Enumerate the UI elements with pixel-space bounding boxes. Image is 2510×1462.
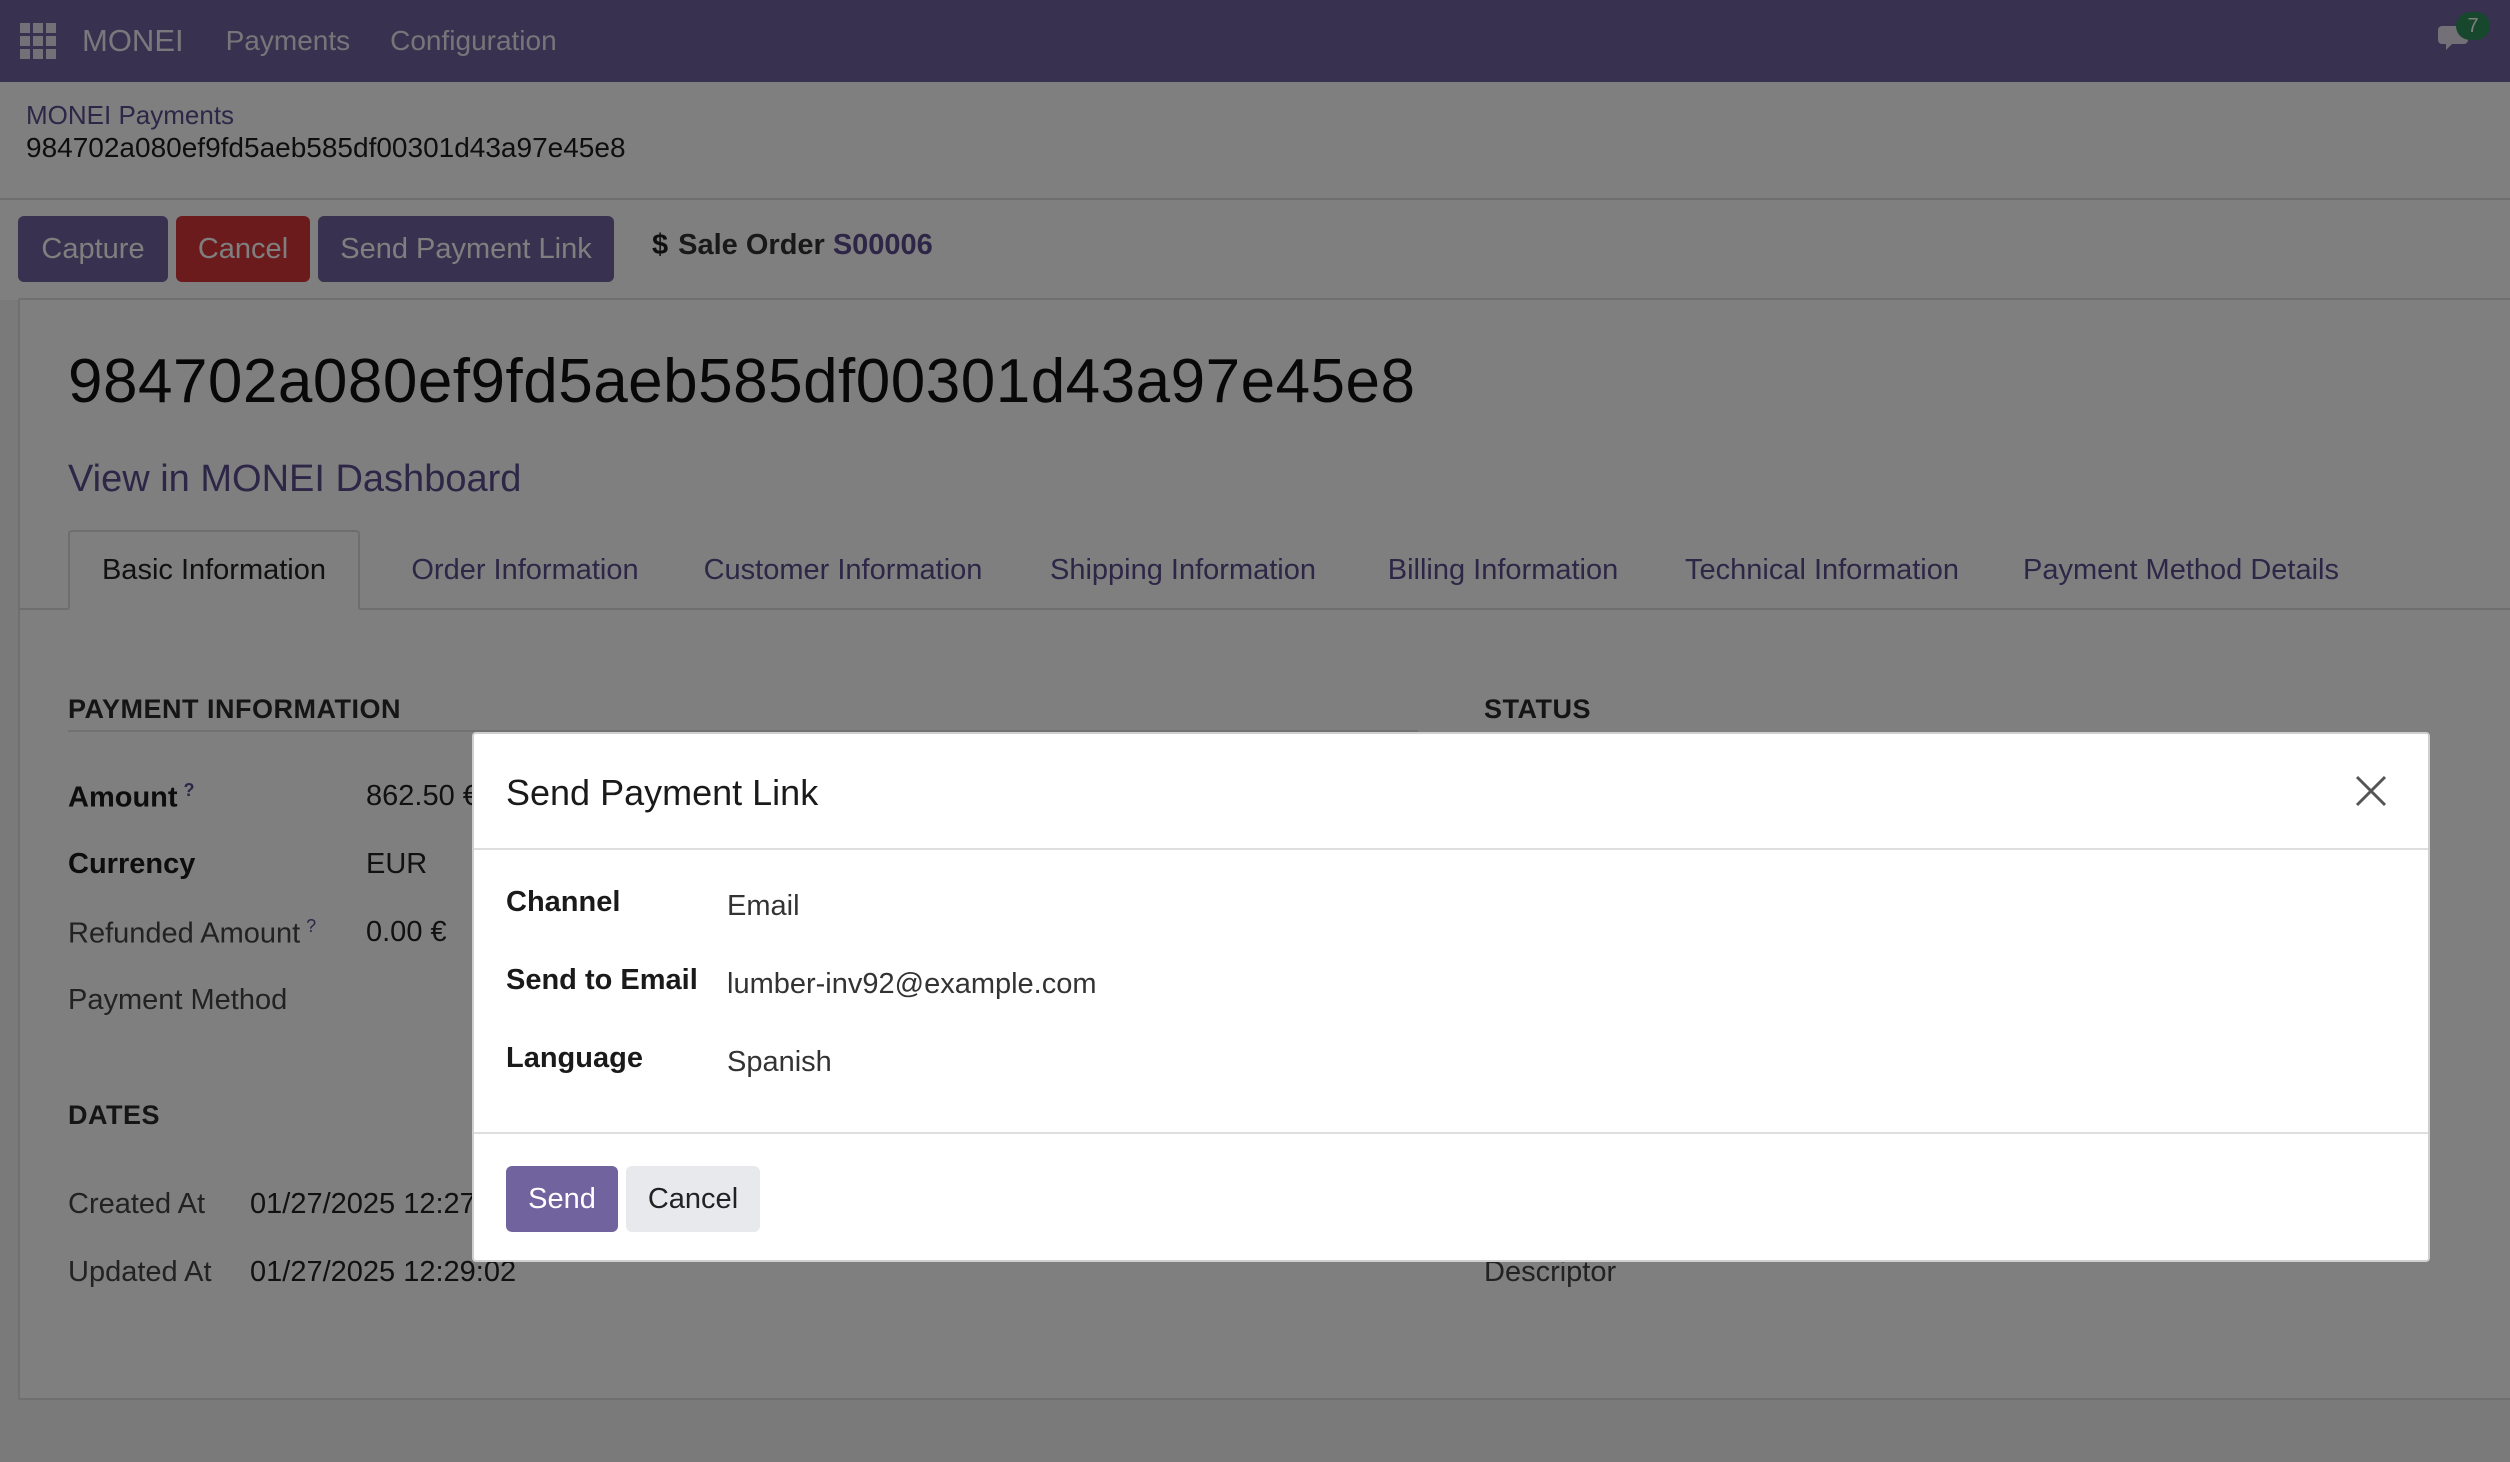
send-button[interactable]: Send [506, 1166, 618, 1232]
dialog-header: Send Payment Link [474, 734, 2428, 850]
dialog-footer-divider [474, 1132, 2428, 1134]
send-to-email-label: Send to Email [506, 964, 698, 996]
email-field[interactable]: lumber-inv92@example.com [727, 968, 1097, 1001]
close-icon[interactable] [2354, 774, 2388, 808]
language-label: Language [506, 1042, 643, 1074]
language-field[interactable]: Spanish [727, 1046, 832, 1079]
dialog-cancel-button[interactable]: Cancel [626, 1166, 760, 1232]
channel-label: Channel [506, 886, 621, 918]
channel-field[interactable]: Email [727, 890, 800, 923]
dialog-title: Send Payment Link [506, 772, 819, 813]
send-payment-link-dialog: Send Payment Link Channel Email Send to … [472, 732, 2430, 1262]
